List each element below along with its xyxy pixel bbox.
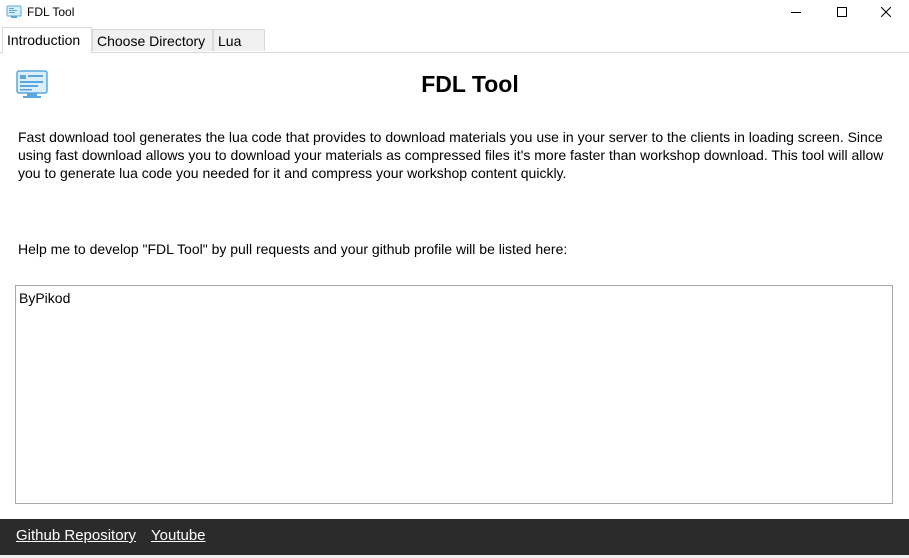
close-button[interactable] [863, 0, 909, 24]
footer: Github Repository Youtube [0, 519, 909, 555]
description-text: Fast download tool generates the lua cod… [18, 129, 884, 181]
contributors-textbox[interactable]: ByPikod [15, 285, 893, 504]
minimize-button[interactable] [773, 0, 819, 24]
close-icon [881, 7, 891, 17]
tab-choose-directory[interactable]: Choose Directory [92, 29, 213, 51]
minimize-icon [791, 12, 801, 13]
github-repository-link[interactable]: Github Repository [16, 527, 136, 545]
maximize-button[interactable] [819, 0, 865, 24]
youtube-link[interactable]: Youtube [151, 527, 206, 545]
title-bar: FDL Tool [0, 0, 909, 24]
tab-strip: Introduction Choose Directory Lua [0, 27, 909, 53]
maximize-icon [837, 7, 847, 17]
app-icon [6, 5, 22, 18]
window-title: FDL Tool [27, 5, 75, 19]
help-text: Help me to develop "FDL Tool" by pull re… [18, 241, 568, 257]
introduction-panel: FDL Tool Fast download tool generates th… [0, 53, 909, 519]
tab-introduction[interactable]: Introduction [2, 27, 92, 53]
tab-lua[interactable]: Lua [213, 29, 265, 51]
page-title: FDL Tool [421, 71, 519, 97]
